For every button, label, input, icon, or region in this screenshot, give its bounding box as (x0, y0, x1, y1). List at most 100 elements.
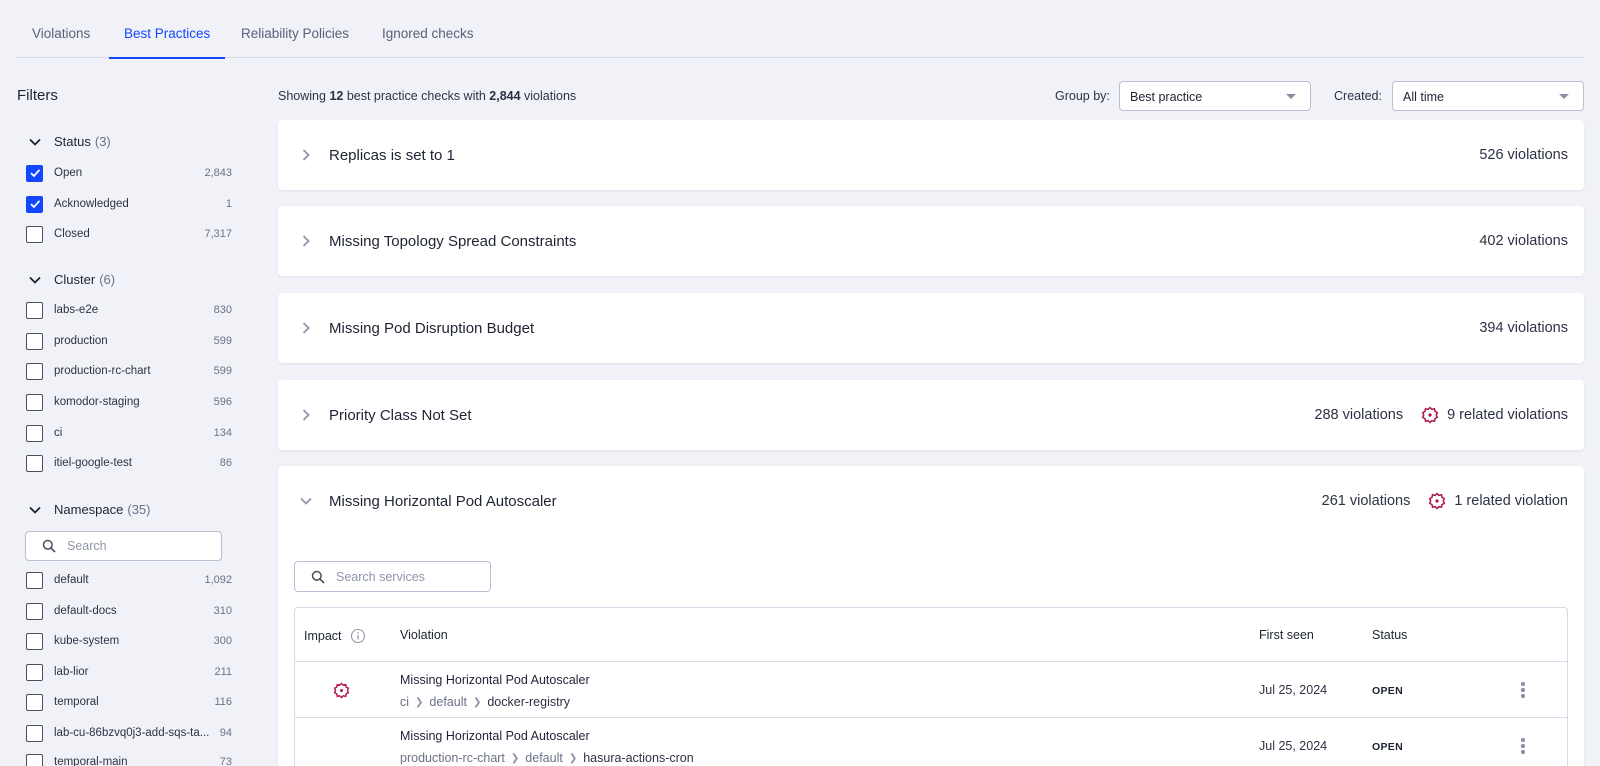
namespace-option[interactable]: default-docs 310 (26, 601, 232, 621)
status-closed-option[interactable]: Closed 7,317 (26, 224, 232, 244)
breadcrumb-cluster: production-rc-chart (400, 751, 505, 765)
created-select[interactable]: All time (1392, 81, 1584, 111)
checkbox[interactable] (26, 724, 43, 742)
group-by-select[interactable]: Best practice (1119, 81, 1311, 111)
tab-best-practices[interactable]: Best Practices (108, 18, 226, 59)
check-card-header[interactable]: Priority Class Not Set 288 violations 9 … (278, 380, 1584, 450)
checkbox-checked[interactable] (26, 164, 43, 182)
related-violations-label: 9 related violations (1447, 407, 1568, 423)
cluster-option[interactable]: labs-e2e 830 (26, 300, 232, 320)
more-options-icon[interactable] (1521, 738, 1525, 754)
option-label: itiel-google-test (54, 457, 132, 469)
checkbox[interactable] (26, 753, 43, 766)
check-card-header[interactable]: Replicas is set to 1 526 violations (278, 120, 1584, 190)
services-search-input[interactable] (336, 569, 466, 584)
cluster-option[interactable]: production-rc-chart 599 (26, 361, 232, 381)
checkbox-checked[interactable] (26, 195, 43, 213)
check-card: Missing Pod Disruption Budget 394 violat… (278, 293, 1584, 363)
option-label: production (54, 335, 108, 347)
option-label: default (54, 574, 89, 586)
namespace-search[interactable] (25, 531, 222, 561)
checkbox[interactable] (26, 332, 43, 350)
column-violation[interactable]: Violation (400, 628, 448, 642)
status-label: OPEN (1372, 685, 1403, 697)
violations-count: 402 violations (1479, 233, 1568, 249)
namespace-option[interactable]: kube-system 300 (26, 631, 232, 651)
check-card-expanded: Missing Horizontal Pod Autoscaler 261 vi… (278, 466, 1584, 766)
first-seen-date: Jul 25, 2024 (1259, 683, 1328, 697)
checkbox[interactable] (26, 632, 43, 650)
checkbox[interactable] (26, 362, 43, 380)
tab-ignored-checks[interactable]: Ignored checks (382, 18, 474, 58)
option-count: 73 (219, 756, 232, 766)
checkbox[interactable] (26, 454, 43, 472)
checkbox[interactable] (26, 602, 43, 620)
related-violations[interactable]: 1 related violation (1428, 492, 1568, 510)
cluster-filter-header[interactable]: Cluster (6) (28, 272, 115, 287)
chevron-right-icon (302, 322, 310, 334)
option-count: 1 (225, 198, 232, 210)
cluster-option[interactable]: production 599 (26, 331, 232, 351)
namespace-option[interactable]: default 1,092 (26, 570, 232, 590)
caret-down-icon (1559, 94, 1569, 99)
checkbox[interactable] (26, 424, 43, 442)
status-filter-header[interactable]: Status (3) (28, 134, 111, 149)
namespace-option[interactable]: lab-cu-86bzvq0j3-add-sqs-ta... 94 (26, 723, 232, 743)
check-card-header[interactable]: Missing Topology Spread Constraints 402 … (278, 206, 1584, 276)
option-count: 310 (213, 605, 232, 617)
chevron-right-icon: ❯ (510, 752, 520, 764)
group-by-value: Best practice (1130, 90, 1203, 104)
more-options-icon[interactable] (1521, 682, 1525, 698)
namespace-option[interactable]: temporal-main 73 (26, 752, 232, 766)
namespace-filter-header[interactable]: Namespace (35) (28, 502, 151, 517)
violation-name: Missing Horizontal Pod Autoscaler (400, 673, 590, 687)
breadcrumb-service: docker-registry (487, 695, 571, 709)
option-label: Acknowledged (54, 198, 129, 210)
violations-count: 526 violations (1479, 147, 1568, 163)
option-label: komodor-staging (54, 396, 140, 408)
namespace-option[interactable]: temporal 116 (26, 692, 232, 712)
namespace-search-input[interactable] (67, 539, 197, 553)
first-seen-date: Jul 25, 2024 (1259, 739, 1328, 753)
cluster-option[interactable]: komodor-staging 596 (26, 392, 232, 412)
option-count: 134 (213, 427, 232, 439)
table-row[interactable]: Missing Horizontal Pod Autoscaler produc… (295, 718, 1567, 766)
violation-name: Missing Horizontal Pod Autoscaler (400, 729, 590, 743)
status-acknowledged-option[interactable]: Acknowledged 1 (26, 194, 232, 214)
column-first-seen[interactable]: First seen (1259, 628, 1314, 642)
check-card-header[interactable]: Missing Pod Disruption Budget 394 violat… (278, 293, 1584, 363)
checkbox[interactable] (26, 571, 43, 589)
table-row[interactable]: Missing Horizontal Pod Autoscaler ci ❯ d… (295, 662, 1567, 718)
violations-table: Impact Violation First seen Status Missi… (294, 607, 1568, 766)
cluster-filter-label: Cluster (54, 272, 96, 287)
option-count: 1,092 (204, 574, 232, 586)
tab-violations[interactable]: Violations (32, 18, 90, 58)
checkbox[interactable] (26, 301, 43, 319)
services-search[interactable] (294, 561, 491, 592)
info-icon[interactable] (350, 628, 366, 644)
tab-reliability-policies[interactable]: Reliability Policies (241, 18, 349, 58)
option-count: 596 (213, 396, 232, 408)
namespace-filter-label: Namespace (54, 502, 124, 517)
breadcrumb: production-rc-chart ❯ default ❯ hasura-a… (400, 751, 694, 765)
chevron-right-icon (302, 409, 310, 421)
related-violations[interactable]: 9 related violations (1421, 406, 1568, 424)
check-card: Missing Topology Spread Constraints 402 … (278, 206, 1584, 276)
checkbox[interactable] (26, 663, 43, 681)
namespace-option[interactable]: lab-lior 211 (26, 662, 232, 682)
checkbox[interactable] (26, 693, 43, 711)
option-label: production-rc-chart (54, 365, 151, 377)
cluster-option[interactable]: itiel-google-test 86 (26, 453, 232, 473)
checkbox[interactable] (26, 393, 43, 411)
option-count: 599 (213, 365, 232, 377)
cluster-option[interactable]: ci 134 (26, 423, 232, 443)
chevron-down-icon (300, 497, 312, 505)
cluster-filter-count: (6) (99, 272, 116, 287)
filters-title: Filters (17, 87, 58, 104)
option-label: ci (54, 427, 63, 439)
checkbox[interactable] (26, 225, 43, 243)
check-card-header[interactable]: Missing Horizontal Pod Autoscaler 261 vi… (278, 466, 1584, 536)
chevron-down-icon (29, 276, 41, 284)
column-status[interactable]: Status (1372, 628, 1407, 642)
status-open-option[interactable]: Open 2,843 (26, 163, 232, 183)
